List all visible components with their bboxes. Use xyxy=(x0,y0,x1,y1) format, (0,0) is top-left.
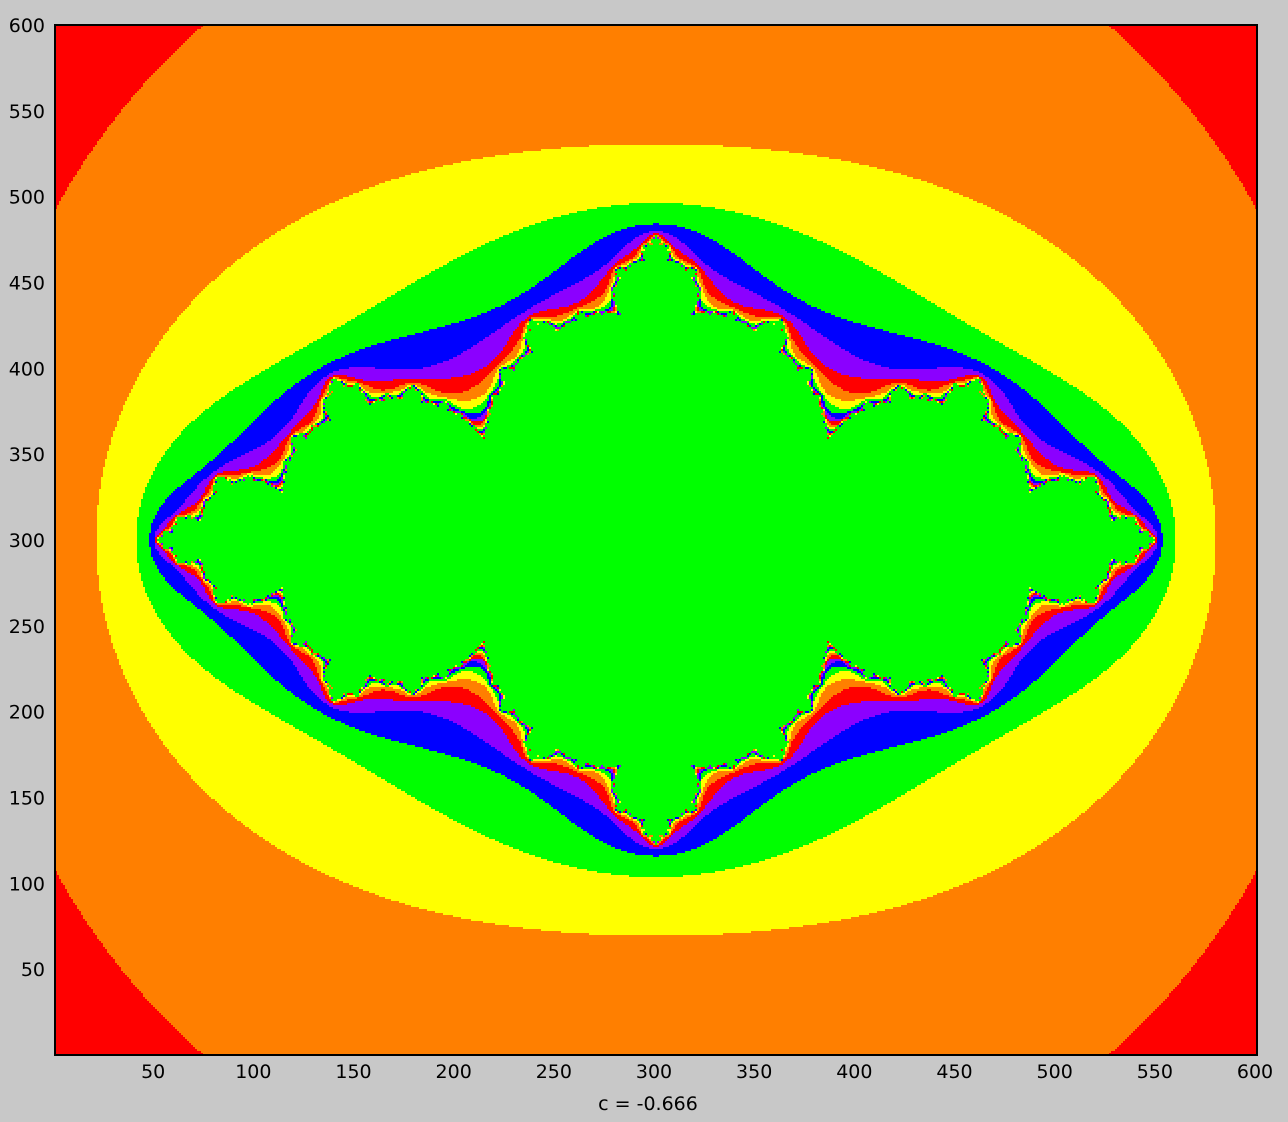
x-tick-label: 100 xyxy=(235,1061,271,1083)
x-tick-label: 150 xyxy=(335,1061,371,1083)
x-tick-label: 400 xyxy=(836,1061,872,1083)
y-tick-label: 400 xyxy=(9,358,45,380)
x-tick-label: 450 xyxy=(936,1061,972,1083)
x-tick-label: 250 xyxy=(536,1061,572,1083)
y-tick-label: 50 xyxy=(21,959,45,981)
y-tick-label: 600 xyxy=(9,15,45,37)
y-tick-label: 300 xyxy=(9,530,45,552)
y-tick-label: 450 xyxy=(9,273,45,295)
plot-border xyxy=(54,24,1258,1056)
x-tick-label: 300 xyxy=(636,1061,672,1083)
y-tick-label: 200 xyxy=(9,702,45,724)
y-tick-label: 500 xyxy=(9,187,45,209)
x-axis-title: c = -0.666 xyxy=(598,1093,698,1115)
x-tick-label: 350 xyxy=(736,1061,772,1083)
x-axis: 50 100 150 200 250 300 350 400 450 500 550 600 xyxy=(141,1061,1273,1083)
axes-frame: 50 100 150 200 250 300 350 400 450 500 550 600 6005… xyxy=(9,15,1273,1115)
x-tick-label: 50 xyxy=(141,1061,165,1083)
y-tick-label: 350 xyxy=(9,444,45,466)
x-tick-label: 200 xyxy=(436,1061,472,1083)
y-tick-label: 550 xyxy=(9,101,45,123)
y-tick-label: 100 xyxy=(9,873,45,895)
y-tick-label: 250 xyxy=(9,616,45,638)
x-tick-label: 500 xyxy=(1037,1061,1073,1083)
y-axis: 600 550 500 450 400 350 300 250 200 150 100 50 xyxy=(9,15,45,981)
y-tick-label: 150 xyxy=(9,788,45,810)
x-tick-label: 550 xyxy=(1137,1061,1173,1083)
julia-set-figure: 50 100 150 200 250 300 350 400 450 500 550 600 600 5… xyxy=(0,0,1288,1122)
x-tick-label: 600 xyxy=(1237,1061,1273,1083)
